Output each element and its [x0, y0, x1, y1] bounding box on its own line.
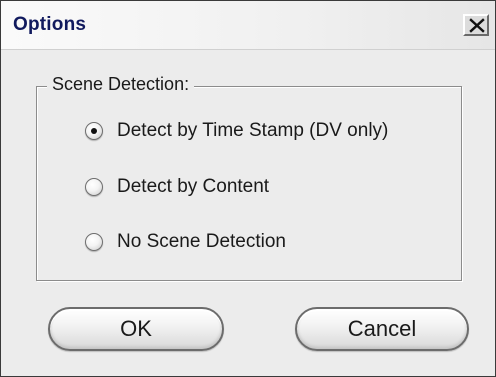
title-bar[interactable]: Options [1, 1, 495, 50]
radio-button[interactable] [85, 233, 103, 251]
cancel-button[interactable]: Cancel [295, 307, 469, 351]
radio-label-time-stamp: Detect by Time Stamp (DV only) [117, 120, 389, 141]
close-button[interactable] [463, 14, 489, 36]
radio-detect-by-content[interactable]: Detect by Content [85, 173, 269, 201]
radio-no-scene-detection[interactable]: No Scene Detection [85, 228, 286, 256]
radio-detect-by-time-stamp[interactable]: Detect by Time Stamp (DV only) [85, 117, 388, 145]
options-dialog: Options Scene Detection: Detect by Time … [0, 0, 496, 377]
dialog-title: Options [13, 14, 87, 35]
scene-detection-group-label: Scene Detection: [47, 74, 195, 95]
radio-label-content: Detect by Content [117, 176, 270, 197]
close-icon [469, 18, 485, 33]
radio-button-checked[interactable] [85, 122, 103, 140]
ok-button[interactable]: OK [48, 307, 224, 351]
radio-label-no-scene-detection: No Scene Detection [117, 231, 286, 252]
radio-button[interactable] [85, 178, 103, 196]
